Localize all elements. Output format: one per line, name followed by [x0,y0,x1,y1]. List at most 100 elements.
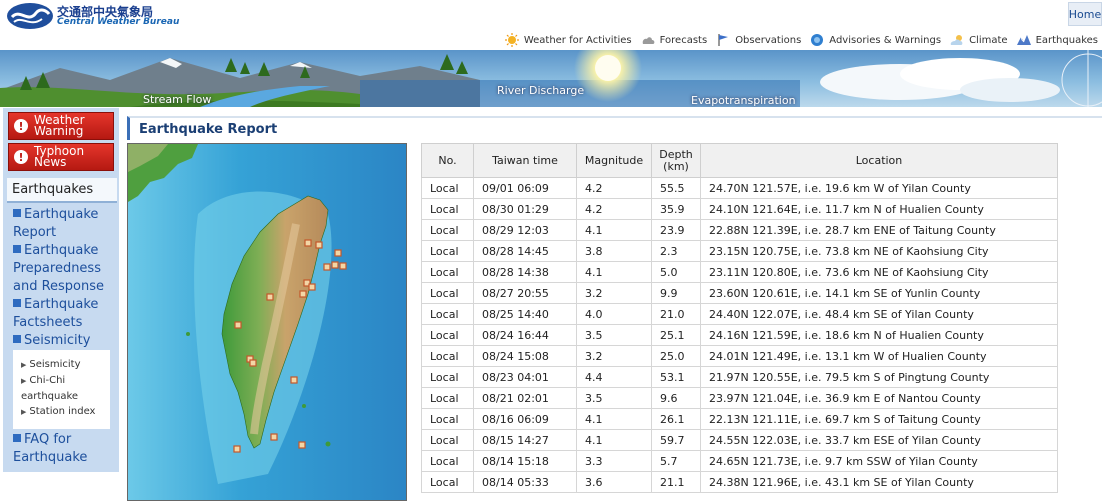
bullet-square-icon [13,434,21,442]
cell-no[interactable]: Local [421,282,474,304]
cell-no[interactable]: Local [421,219,474,241]
cell-depth: 53.1 [651,366,701,388]
table-row[interactable]: Local 08/16 06:09 4.1 26.1 22.13N 121.11E, i… [421,408,1058,430]
left-sidebar: ! Weather Warning ! Typhoon News Earthqu… [3,108,119,472]
cell-time: 08/16 06:09 [473,408,577,430]
sidebar-item-preparedness[interactable]: Earthquake Preparedness and Response [13,242,113,296]
cell-magnitude: 4.2 [576,177,652,199]
submenu-item-chi-chi[interactable]: ▶ Chi-Chi earthquake [21,373,110,404]
taiwan-map-image [128,144,406,500]
submenu-item-seismicity[interactable]: ▶ Seismicity [21,357,110,373]
table-row[interactable]: Local 08/25 14:40 4.0 21.0 24.40N 122.07E, i… [421,303,1058,325]
observation-flag-icon [718,34,729,46]
alert-icon: ! [14,150,28,164]
cell-no[interactable]: Local [421,324,474,346]
nav-label: Earthquakes [1035,34,1098,46]
nav-earthquakes[interactable]: Earthquakes [1016,33,1098,47]
cloud-sun-icon [950,35,963,45]
cell-no[interactable]: Local [421,303,474,325]
cell-no[interactable]: Local [421,177,474,199]
table-row[interactable]: Local 08/21 02:01 3.5 9.6 23.97N 121.04E, i.… [421,387,1058,409]
cell-location[interactable]: 24.38N 121.96E, i.e. 43.1 km SE of Yilan… [700,471,1058,493]
weather-warning-label: Weather Warning [34,113,85,138]
cell-location[interactable]: 24.10N 121.64E, i.e. 11.7 km N of Hualie… [700,198,1058,220]
cell-magnitude: 4.1 [576,408,652,430]
cell-no[interactable]: Local [421,450,474,472]
cell-location[interactable]: 24.16N 121.59E, i.e. 18.6 km N of Hualie… [700,324,1058,346]
table-row[interactable]: Local 08/27 20:55 3.2 9.9 23.60N 120.61E, i.… [421,282,1058,304]
cell-location[interactable]: 24.65N 121.73E, i.e. 9.7 km SSW of Yilan… [700,450,1058,472]
sidebar-item-label: FAQ for Earthquake [13,432,88,465]
logo-title-en[interactable]: Central Weather Bureau [57,17,179,27]
cell-time: 08/15 14:27 [473,429,577,451]
site-header: 交通部中央氣象局 Central Weather Bureau Home Wea… [0,0,1102,50]
earthquake-epicenter-map[interactable] [127,143,407,501]
sidebar-item-factsheets[interactable]: Earthquake Factsheets [13,296,113,332]
nav-advisories-warnings[interactable]: Advisories & Warnings [809,33,941,47]
cell-no[interactable]: Local [421,198,474,220]
submenu-item-station-index[interactable]: ▶ Station index [21,404,110,420]
cell-time: 08/14 15:18 [473,450,577,472]
typhoon-news-button[interactable]: ! Typhoon News [8,143,114,171]
banner-label-evapotranspiration: Evapotranspiration [691,94,796,107]
cell-magnitude: 3.8 [576,240,652,262]
cell-time: 08/28 14:38 [473,261,577,283]
table-row[interactable]: Local 08/24 15:08 3.2 25.0 24.01N 121.49E, i… [421,345,1058,367]
sidebar-item-seismicity[interactable]: Seismicity [13,332,113,350]
hydrology-banner: Stream Flow River Discharge Evapotranspi… [0,50,1102,107]
table-row[interactable]: Local 09/01 06:09 4.2 55.5 24.70N 121.57E, i… [421,177,1058,199]
cell-no[interactable]: Local [421,345,474,367]
cell-depth: 35.9 [651,198,701,220]
cell-no[interactable]: Local [421,471,474,493]
cwb-logo-icon[interactable] [6,2,54,30]
cell-location[interactable]: 24.01N 121.49E, i.e. 13.1 km W of Hualie… [700,345,1058,367]
weather-warning-button[interactable]: ! Weather Warning [8,112,114,140]
cell-location[interactable]: 23.15N 120.75E, i.e. 73.8 km NE of Kaohs… [700,240,1058,262]
table-row[interactable]: Local 08/23 04:01 4.4 53.1 21.97N 120.55E, i… [421,366,1058,388]
table-row[interactable]: Local 08/14 15:18 3.3 5.7 24.65N 121.73E, i.… [421,450,1058,472]
table-row[interactable]: Local 08/15 14:27 4.1 59.7 24.55N 122.03E, i… [421,429,1058,451]
sidebar-item-earthquake-report[interactable]: Earthquake Report [13,206,108,242]
sidebar-item-faq[interactable]: FAQ for Earthquake [13,431,108,467]
cell-no[interactable]: Local [421,408,474,430]
cell-depth: 55.5 [651,177,701,199]
cell-no[interactable]: Local [421,240,474,262]
cell-location[interactable]: 23.97N 121.04E, i.e. 36.9 km E of Nantou… [700,387,1058,409]
sidebar-item-label: Earthquake Report [13,207,99,240]
nav-forecasts[interactable]: Forecasts [640,33,707,47]
cell-no[interactable]: Local [421,366,474,388]
cell-time: 08/27 20:55 [473,282,577,304]
nav-weather-for-activities[interactable]: Weather for Activities [504,33,632,47]
home-button[interactable]: Home [1068,2,1102,26]
table-row[interactable]: Local 08/30 01:29 4.2 35.9 24.10N 121.64E, i… [421,198,1058,220]
table-row[interactable]: Local 08/29 12:03 4.1 23.9 22.88N 121.39E, i… [421,219,1058,241]
cell-location[interactable]: 21.97N 120.55E, i.e. 79.5 km S of Pingtu… [700,366,1058,388]
nav-label: Observations [735,34,802,46]
nav-climate[interactable]: Climate [949,33,1008,47]
table-row[interactable]: Local 08/28 14:45 3.8 2.3 23.15N 120.75E, i.… [421,240,1058,262]
cell-depth: 26.1 [651,408,701,430]
submenu-label: Station index [29,406,96,417]
cell-magnitude: 3.5 [576,387,652,409]
cell-magnitude: 4.0 [576,303,652,325]
cell-magnitude: 4.1 [576,429,652,451]
cell-time: 09/01 06:09 [473,177,577,199]
table-row[interactable]: Local 08/28 14:38 4.1 5.0 23.11N 120.80E, i.… [421,261,1058,283]
cell-magnitude: 4.2 [576,198,652,220]
cell-no[interactable]: Local [421,429,474,451]
sidebar-item-label: Earthquake Preparedness and Response [13,243,105,294]
cell-location[interactable]: 22.13N 121.11E, i.e. 69.7 km S of Taitun… [700,408,1058,430]
cell-no[interactable]: Local [421,387,474,409]
cell-magnitude: 4.4 [576,366,652,388]
table-row[interactable]: Local 08/24 16:44 3.5 25.1 24.16N 121.59E, i… [421,324,1058,346]
cell-location[interactable]: 23.60N 120.61E, i.e. 14.1 km SE of Yunli… [700,282,1058,304]
cell-no[interactable]: Local [421,261,474,283]
cell-location[interactable]: 22.88N 121.39E, i.e. 28.7 km ENE of Tait… [700,219,1058,241]
cell-magnitude: 3.3 [576,450,652,472]
cell-location[interactable]: 24.55N 122.03E, i.e. 33.7 km ESE of Yila… [700,429,1058,451]
cell-location[interactable]: 24.40N 122.07E, i.e. 48.4 km SE of Yilan… [700,303,1058,325]
nav-observations[interactable]: Observations [715,33,801,47]
cell-location[interactable]: 23.11N 120.80E, i.e. 73.6 km NE of Kaohs… [700,261,1058,283]
table-row[interactable]: Local 08/14 05:33 3.6 21.1 24.38N 121.96E, i… [421,471,1058,493]
cell-location[interactable]: 24.70N 121.57E, i.e. 19.6 km W of Yilan … [700,177,1058,199]
